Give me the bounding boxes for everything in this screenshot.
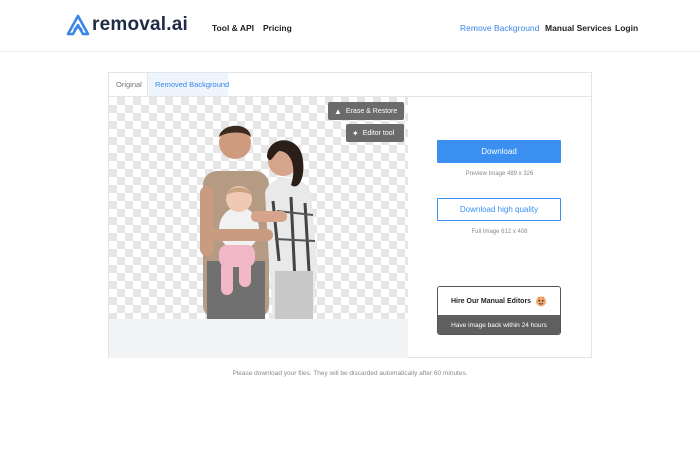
full-image-caption: Full Image 612 x 408 bbox=[471, 229, 528, 235]
editor-mascot-icon bbox=[536, 296, 547, 307]
download-panel: Download Preview Image 489 x 326 Downloa… bbox=[408, 97, 591, 358]
download-high-quality-button[interactable]: Download high quality bbox=[437, 198, 561, 221]
logo-mark-icon bbox=[66, 14, 90, 36]
nav-manual-services[interactable]: Manual Services bbox=[545, 23, 612, 33]
erase-restore-label: Erase & Restore bbox=[345, 107, 398, 115]
top-header: removal.ai Tool & API Pricing Remove Bac… bbox=[0, 0, 700, 52]
editor-tool-button[interactable]: ✦ Editor tool bbox=[346, 124, 404, 142]
magic-wand-icon: ✦ bbox=[352, 128, 359, 138]
tab-original[interactable]: Original bbox=[109, 73, 148, 96]
nav-remove-background[interactable]: Remove Background bbox=[460, 23, 539, 33]
hire-editors-subtext: Have image back within 24 hours bbox=[438, 315, 560, 334]
discard-notice: Please download your files. They will be… bbox=[232, 370, 468, 377]
preview-area: ▲ Erase & Restore ✦ Editor tool bbox=[109, 97, 408, 358]
eraser-icon: ▲ bbox=[334, 106, 342, 116]
nav-tool-api[interactable]: Tool & API bbox=[212, 23, 254, 33]
result-card: Original Removed Background ▲ Erase & Re… bbox=[108, 72, 592, 358]
editor-tool-label: Editor tool bbox=[362, 129, 395, 137]
hire-editors-button[interactable]: Hire Our Manual Editors Have image back … bbox=[437, 286, 561, 335]
hire-editors-top: Hire Our Manual Editors bbox=[438, 287, 560, 315]
hire-editors-label: Hire Our Manual Editors bbox=[450, 297, 532, 305]
erase-restore-button[interactable]: ▲ Erase & Restore bbox=[328, 102, 404, 120]
tab-removed-background[interactable]: Removed Background bbox=[148, 73, 229, 96]
view-tabs: Original Removed Background bbox=[109, 73, 591, 97]
result-photo bbox=[200, 125, 317, 319]
nav-pricing[interactable]: Pricing bbox=[263, 23, 292, 33]
nav-login[interactable]: Login bbox=[615, 23, 638, 33]
preview-image-caption: Preview Image 489 x 326 bbox=[465, 171, 534, 177]
download-button[interactable]: Download bbox=[437, 140, 561, 163]
logo[interactable]: removal.ai bbox=[66, 12, 188, 38]
logo-text: removal.ai bbox=[92, 14, 188, 35]
